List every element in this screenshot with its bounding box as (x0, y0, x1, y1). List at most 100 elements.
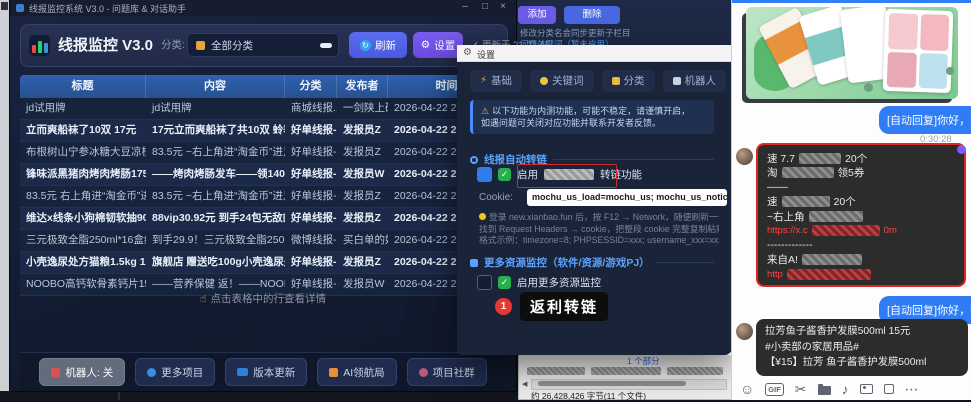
audio-icon[interactable]: ♪ (842, 381, 849, 397)
book-icon (237, 368, 248, 376)
window-titlebar[interactable]: 线报监控系统 V3.0 - 问题库 & 对话助手 – □ × (10, 0, 516, 16)
delete-button[interactable]: 删除 (564, 6, 620, 24)
cookie-input[interactable]: mochu_us_load=mochu_us; mochu_us_notice (527, 189, 727, 206)
horizontal-scrollbar[interactable] (531, 379, 727, 390)
category-select[interactable]: 全部分类 (187, 33, 339, 57)
table-cell: 发报员Z (337, 120, 388, 141)
capture-icon[interactable] (884, 384, 894, 394)
table-cell: 旗舰店 赠送吃100g小壳逸尿处方猫粮... (146, 252, 285, 273)
emoji-icon[interactable]: ☺ (740, 381, 754, 397)
censored-text (787, 269, 871, 280)
more-projects-button[interactable]: 更多项目 (135, 358, 215, 386)
table-header: 标题内容分类发布者时间 (20, 75, 506, 98)
refresh-button[interactable]: ↻ 刷新 (349, 32, 407, 58)
message-link[interactable]: https://x.c0m (767, 224, 955, 239)
settings-label: 设置 (434, 38, 455, 53)
column-header[interactable]: 发布者 (337, 75, 388, 98)
censored-text (782, 196, 830, 207)
column-header[interactable]: 内容 (146, 75, 285, 98)
close-icon[interactable]: × (496, 1, 510, 12)
column-header[interactable]: 标题 (20, 75, 146, 98)
maximize-icon[interactable]: □ (478, 1, 492, 12)
table-row[interactable]: 立而爽船袜了10双 17元17元立而爽船袜了共10双 蛉季恬后石...好单线报-… (20, 120, 506, 142)
table-cell: 立而爽船袜了10双 17元 (20, 120, 146, 141)
add-button[interactable]: 添加 (518, 6, 556, 24)
settings-button[interactable]: ⚙ 设置 (413, 32, 463, 58)
enable-more-row[interactable]: ✓ 启用更多资源监控 (477, 275, 601, 290)
window-accent-edge (732, 0, 971, 3)
background-window-edge (0, 0, 9, 391)
minimize-icon[interactable]: – (458, 1, 472, 12)
tab-category[interactable]: 分类 (602, 70, 655, 92)
robot-icon (51, 368, 60, 377)
community-button[interactable]: 项目社群 (407, 358, 487, 386)
empty-hint: ☝点击表格中的行查看详情 (20, 291, 506, 306)
shared-image[interactable] (746, 7, 958, 99)
refresh-label: 刷新 (375, 38, 396, 53)
section-more-resources: 更多资源监控（软件/资源/游戏PJ） (470, 255, 714, 270)
scroll-left-icon[interactable]: ◀ (522, 379, 527, 390)
checkbox-unchecked[interactable] (477, 275, 492, 290)
link-icon (470, 156, 478, 164)
dialog-titlebar[interactable]: ⚙ 设置 (457, 45, 731, 62)
table-row[interactable]: 三元极致全脂250ml*16盒纯牛奶 29...到手29.9！三元极致全脂250… (20, 230, 506, 252)
avatar[interactable] (736, 148, 753, 165)
bolt-icon: ⚡ (480, 70, 487, 92)
message-link[interactable]: http (767, 267, 955, 282)
color-swatch[interactable] (477, 167, 492, 182)
table-cell: 17元立而爽船袜了共10双 蛉季恬后石... (146, 120, 285, 141)
table-row[interactable]: 83.5元 右上角进“淘金币”进足迹拍 有...83.5元 ~右上角进“淘金币”… (20, 186, 506, 208)
tab-keywords[interactable]: 关键词 (530, 70, 594, 92)
gif-icon[interactable]: GIF (765, 383, 784, 396)
censored-text (802, 254, 862, 265)
table-row[interactable]: 锋味派黑猪肉烤肉烤肠175g 任选5件...——烤肉烤肠发车——领140-60补… (20, 164, 506, 186)
category-value: 全部分类 (211, 38, 253, 53)
table-cell: 发报员Z (337, 208, 388, 229)
column-header[interactable]: 分类 (285, 75, 337, 98)
ai-navigator-button[interactable]: AI领航局 (317, 358, 396, 386)
scrollbar-thumb[interactable] (538, 381, 686, 386)
folder-icon[interactable] (818, 386, 831, 395)
refresh-icon: ↻ (360, 40, 371, 51)
censored-text (799, 153, 841, 164)
censored-text (809, 211, 863, 222)
table-cell: 88vip30.92元 到手24包无敌的4.48... (146, 208, 285, 229)
app-logo-icon (29, 35, 50, 56)
incoming-bubble-annotated[interactable]: 速 7.720个 淘领5券 —— 速20个 ~右上角 https://x.c0m… (756, 143, 966, 287)
cookie-label: Cookie: (479, 192, 513, 203)
avatar[interactable] (736, 323, 753, 340)
blurred-text (527, 367, 585, 375)
incoming-bubble[interactable]: 拉芳鱼子酱香护发膜500ml 15元 #小卖部の家居用品# 【¥15】拉芳 鱼子… (756, 319, 968, 376)
tab-basic[interactable]: ⚡ 基础 (470, 70, 522, 92)
table-cell: 到手29.9！三元极致全脂250ml*16... (146, 230, 285, 251)
table-row[interactable]: 维达x线条小狗棉韧软抽90抽24包 ...88vip30.92元 到手24包无敌… (20, 208, 506, 230)
table-row[interactable]: 小壳逸尿处方猫粮1.5kg 139元旗舰店 赠送吃100g小壳逸尿处方猫粮...… (20, 252, 506, 274)
table-cell: 好单线报-... (285, 186, 337, 207)
scissors-icon[interactable]: ✂ (795, 381, 807, 397)
divider (118, 391, 120, 400)
main-window: 线报监控系统 V3.0 - 问题库 & 对话助手 – □ × 线报监控 V3.0… (10, 0, 516, 391)
checkbox-checked-icon[interactable]: ✓ (498, 276, 511, 289)
annotation-rectangle (517, 164, 617, 188)
more-icon[interactable]: ⋯ (905, 381, 919, 397)
table-cell: 锋味派黑猪肉烤肉烤肠175g 任选5件... (20, 164, 146, 185)
file-manager-fragment: 1 个部分 ◀ ▶ 约 26,428,426 字节(11 个文件) (518, 352, 742, 400)
dropdown-indicator (320, 43, 332, 48)
table-cell: 好单线报-... (285, 142, 337, 163)
outgoing-bubble[interactable]: [自动回复]你好，我现 (879, 106, 971, 134)
image-icon[interactable] (860, 384, 873, 394)
version-update-button[interactable]: 版本更新 (225, 358, 307, 386)
robot-toggle-button[interactable]: 机器人: 关 (39, 358, 125, 386)
footer-toolbar: 机器人: 关 更多项目 版本更新 AI领航局 项目社群 (20, 352, 506, 391)
table-cell: 83.5元 ~右上角进“淘金币”进足迹... (146, 142, 285, 163)
divider (553, 159, 714, 160)
table-body: jd试用牌jd试用牌商城线报...一剑陕上砍...2026-04-22 21:2… (20, 98, 506, 296)
table-row[interactable]: 布根树山宁参冰糖大豆凉枝 83.5元83.5元 ~右上角进“淘金币”进足迹...… (20, 142, 506, 164)
checkbox-checked-icon[interactable]: ✓ (498, 168, 511, 181)
table-cell: 发报员W (337, 164, 388, 185)
table-cell: 83.5元 右上角进“淘金币”进足迹拍 有... (20, 186, 146, 207)
table-row[interactable]: jd试用牌jd试用牌商城线报...一剑陕上砍...2026-04-22 21:2 (20, 98, 506, 120)
table-cell: 好单线报-... (285, 252, 337, 273)
table-cell: 维达x线条小狗棉韧软抽90抽24包 ... (20, 208, 146, 229)
tab-robot[interactable]: 机器人 (663, 70, 727, 92)
